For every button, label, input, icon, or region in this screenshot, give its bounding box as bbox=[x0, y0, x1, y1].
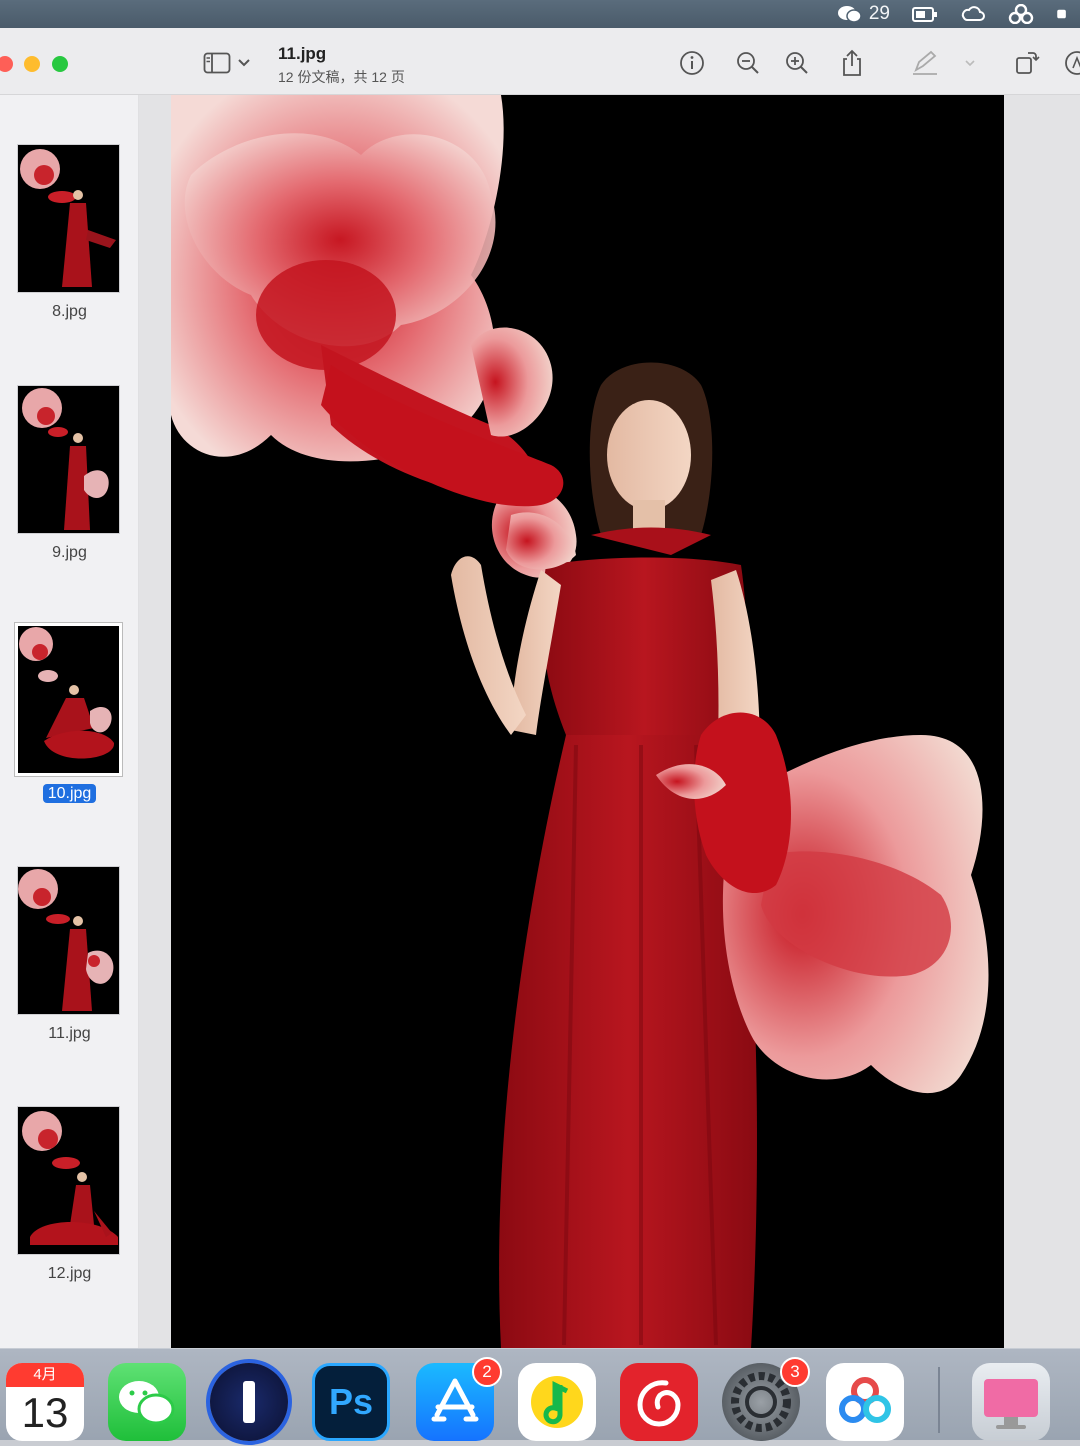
wechat-status-item[interactable]: 29 bbox=[837, 3, 890, 25]
markup-pen-icon bbox=[913, 50, 937, 75]
thumbnail-image bbox=[18, 1107, 119, 1254]
markup-options-button[interactable] bbox=[960, 46, 980, 80]
sidebar-toggle-icon bbox=[203, 52, 231, 74]
chevron-down-icon bbox=[965, 60, 975, 67]
document-subtitle: 12 份文稿，共 12 页 bbox=[278, 69, 405, 85]
minimize-window-button[interactable] bbox=[24, 56, 40, 72]
system-settings-badge: 3 bbox=[780, 1357, 810, 1387]
dock: 4月 13 Ps 2 3 bbox=[0, 1348, 1080, 1441]
thumbnail-label[interactable]: 12.jpg bbox=[0, 1265, 139, 1283]
zoom-out-button[interactable] bbox=[731, 46, 765, 80]
netease-music-app[interactable] bbox=[620, 1363, 698, 1441]
info-icon bbox=[680, 51, 704, 75]
rotate-button[interactable] bbox=[1010, 46, 1044, 80]
calendar-app[interactable]: 4月 13 bbox=[6, 1363, 84, 1441]
toolbar: 11.jpg 12 份文稿，共 12 页 bbox=[0, 28, 1080, 95]
photo-illustration bbox=[171, 95, 1004, 1348]
menu-bar: 29 bbox=[0, 0, 1080, 28]
main-photo bbox=[171, 95, 1004, 1348]
thumbnail-image bbox=[18, 145, 119, 292]
thumbnail-12[interactable] bbox=[18, 1107, 119, 1254]
dock-separator bbox=[938, 1367, 940, 1433]
netease-music-icon bbox=[637, 1380, 681, 1427]
wechat-icon bbox=[837, 6, 862, 23]
photoshop-app[interactable]: Ps bbox=[312, 1363, 390, 1441]
calendar-month: 4月 bbox=[6, 1363, 84, 1387]
thumbnail-sidebar: 8.jpg 9.jpg 10.jpg 11.jpg 12.jpg bbox=[0, 95, 139, 1348]
battery-status-icon[interactable] bbox=[912, 4, 938, 24]
zoom-in-button[interactable] bbox=[780, 46, 814, 80]
thumbnail-label-selected[interactable]: 10.jpg bbox=[0, 784, 139, 803]
thumbnail-image bbox=[18, 386, 119, 533]
creative-cloud-icon[interactable] bbox=[960, 4, 986, 24]
close-window-button[interactable] bbox=[0, 56, 13, 72]
rotate-icon bbox=[1016, 52, 1040, 74]
system-settings-app[interactable]: 3 bbox=[722, 1357, 810, 1441]
markup-button[interactable] bbox=[908, 46, 942, 80]
cleanmymac-icon bbox=[984, 1379, 1038, 1429]
thumbnail-image bbox=[18, 867, 119, 1014]
wechat-count: 29 bbox=[868, 3, 890, 24]
control-center-icon[interactable] bbox=[1056, 4, 1072, 24]
thumbnail-label[interactable]: 11.jpg bbox=[0, 1025, 139, 1043]
calendar-day: 13 bbox=[21, 1389, 69, 1436]
document-canvas[interactable] bbox=[139, 95, 1080, 1348]
qq-music-app[interactable] bbox=[518, 1363, 596, 1441]
share-button[interactable] bbox=[835, 46, 869, 80]
photoshop-icon: Ps bbox=[328, 1381, 374, 1422]
annotate-button[interactable] bbox=[1060, 46, 1080, 80]
app-store-app[interactable]: 2 bbox=[416, 1357, 502, 1441]
fullscreen-window-button[interactable] bbox=[52, 56, 68, 72]
chevron-down-icon bbox=[238, 59, 250, 67]
zoom-out-icon bbox=[737, 52, 759, 74]
thumbnail-8[interactable] bbox=[18, 145, 119, 292]
1password-icon bbox=[243, 1381, 255, 1423]
cleanmymac-app[interactable] bbox=[972, 1363, 1050, 1441]
annotate-icon bbox=[1065, 51, 1080, 75]
qq-music-icon bbox=[531, 1376, 583, 1428]
app-store-badge: 2 bbox=[472, 1357, 502, 1387]
baidu-netdisk-app[interactable] bbox=[826, 1363, 904, 1441]
document-title: 11.jpg bbox=[278, 44, 327, 63]
thumbnail-image bbox=[18, 626, 119, 773]
thumbnail-label[interactable]: 8.jpg bbox=[0, 303, 139, 321]
share-icon bbox=[843, 49, 861, 76]
wechat-icon bbox=[119, 1381, 175, 1425]
1password-app[interactable] bbox=[210, 1363, 288, 1441]
thumbnail-9[interactable] bbox=[18, 386, 119, 533]
preview-window: 11.jpg 12 份文稿，共 12 页 8.jpg 9.jpg 10.jpg … bbox=[0, 28, 1080, 1348]
sidebar-toggle-button[interactable] bbox=[200, 46, 234, 80]
view-options-button[interactable] bbox=[234, 46, 254, 80]
baidu-netdisk-icon bbox=[839, 1377, 891, 1423]
zoom-in-icon bbox=[786, 52, 808, 74]
thumbnail-label[interactable]: 9.jpg bbox=[0, 544, 139, 562]
thumbnail-10[interactable] bbox=[18, 626, 119, 773]
wechat-app[interactable] bbox=[108, 1363, 186, 1441]
thumbnail-11[interactable] bbox=[18, 867, 119, 1014]
info-button[interactable] bbox=[675, 46, 709, 80]
baidu-netdisk-icon[interactable] bbox=[1008, 4, 1034, 24]
